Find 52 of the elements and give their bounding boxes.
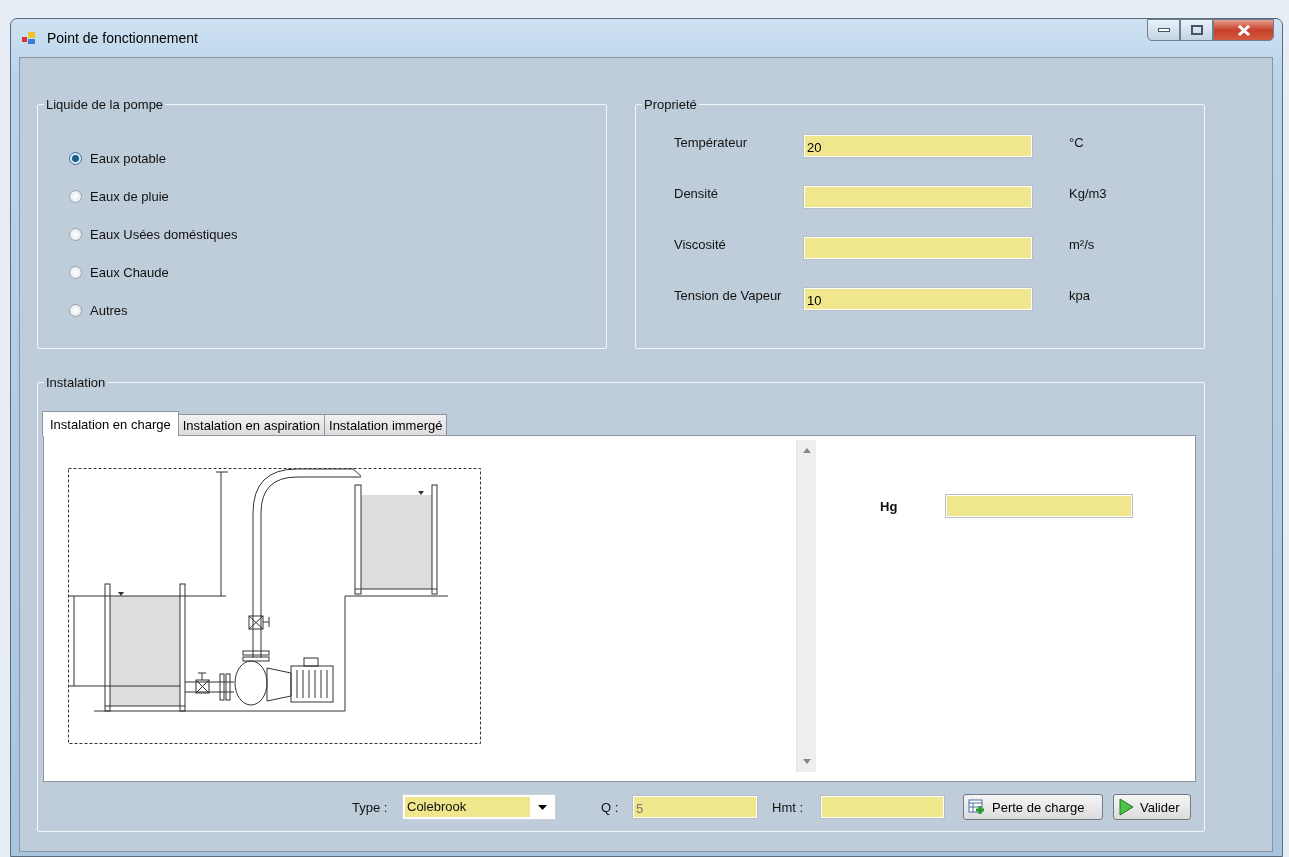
tab[interactable]: Instalation en charge [42, 411, 179, 436]
app-icon [21, 30, 37, 46]
dropdown-caret-icon [538, 804, 547, 810]
scroll-down-icon[interactable] [802, 759, 811, 764]
radio-label[interactable]: Eaux potable [90, 150, 166, 166]
table-add-icon [968, 799, 986, 815]
group-title: Liquide de la pompe [44, 97, 166, 112]
play-icon [1118, 798, 1134, 816]
input-field[interactable]: 5 [632, 795, 758, 819]
unit-label: °C [1069, 135, 1084, 150]
head-loss-button[interactable]: Perte de charge [963, 794, 1103, 820]
input-field[interactable]: 20 [803, 134, 1033, 158]
group-title: Proprieté [642, 97, 699, 112]
field-label: Tension de Vapeur [674, 288, 783, 303]
field-label: Hmt : [772, 799, 805, 815]
radio-button[interactable] [69, 189, 82, 203]
validate-button[interactable]: Valider [1113, 794, 1191, 820]
input-field[interactable] [820, 795, 945, 819]
radio-label[interactable]: Autres [90, 302, 128, 318]
unit-label: Kg/m3 [1069, 186, 1107, 201]
field-label: Densité [674, 186, 720, 201]
radio-button[interactable] [69, 303, 82, 317]
input-field[interactable] [803, 236, 1033, 260]
unit-label: m²/s [1069, 237, 1095, 252]
close-icon [1236, 24, 1251, 36]
group-title: Instalation [44, 375, 108, 390]
unit-label: kpa [1069, 288, 1090, 303]
close-button[interactable] [1213, 19, 1274, 41]
maximize-button[interactable] [1180, 19, 1213, 41]
input-field[interactable]: 10 [803, 287, 1033, 311]
minimize-icon [1157, 27, 1170, 33]
input-field[interactable] [945, 494, 1133, 518]
radio-button[interactable] [69, 265, 82, 279]
radio-label[interactable]: Eaux Usées doméstiques [90, 226, 238, 242]
tab[interactable]: Instalation en aspiration [177, 414, 325, 435]
field-label: Températeur [674, 135, 748, 150]
radio-button[interactable] [69, 151, 82, 165]
minimize-button[interactable] [1147, 19, 1180, 41]
field-label: Q : [601, 799, 620, 815]
field-label: Viscosité [674, 237, 727, 252]
type-dropdown[interactable]: Colebrook [402, 794, 556, 820]
scrollbar[interactable] [796, 440, 816, 772]
input-field[interactable] [803, 185, 1033, 209]
radio-label[interactable]: Eaux Chaude [90, 264, 169, 280]
scroll-up-icon[interactable] [802, 448, 811, 453]
field-label: Type : [352, 799, 389, 815]
maximize-icon [1190, 25, 1203, 35]
tab[interactable]: Instalation immergé [324, 414, 448, 435]
window-title: Point de fonctionnement [47, 30, 198, 46]
radio-label[interactable]: Eaux de pluie [90, 188, 169, 204]
radio-button[interactable] [69, 227, 82, 241]
field-label: Hg [880, 498, 899, 514]
